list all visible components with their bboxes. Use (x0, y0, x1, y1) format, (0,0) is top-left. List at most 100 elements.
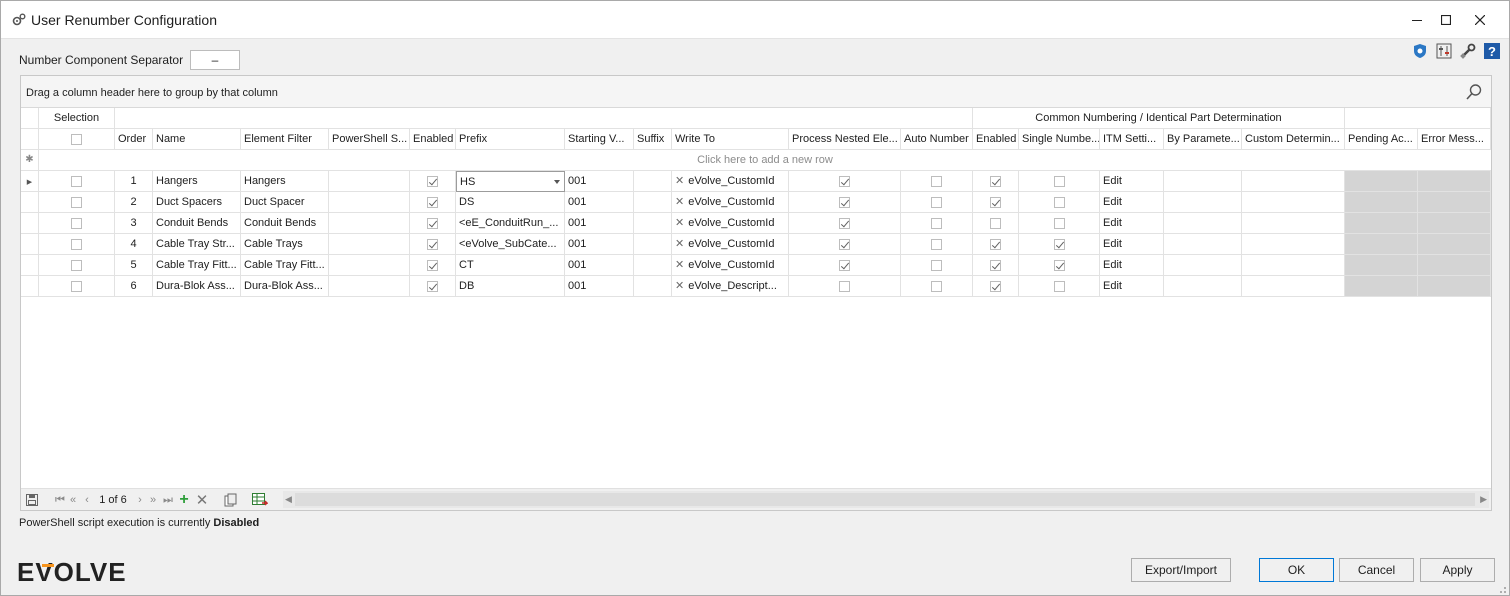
process-nested-checkbox[interactable] (839, 259, 850, 271)
suffix-cell[interactable] (634, 255, 672, 276)
enabled[interactable] (410, 213, 456, 234)
name-cell[interactable]: Duct Spacers (153, 192, 241, 213)
enabled[interactable] (410, 234, 456, 255)
single-number[interactable] (1019, 234, 1100, 255)
element-filter-cell[interactable]: Conduit Bends (241, 213, 329, 234)
column-header-suffix[interactable]: Suffix (634, 129, 672, 150)
custom-determination-cell[interactable] (1242, 192, 1345, 213)
write-to-cell[interactable]: ✕ eVolve_CustomId (672, 255, 789, 276)
order-cell[interactable]: 5 (115, 255, 153, 276)
suffix-cell[interactable] (634, 276, 672, 297)
by-parameter-cell[interactable] (1164, 276, 1242, 297)
auto-number[interactable] (901, 255, 973, 276)
itm-settings-edit-link[interactable]: Edit (1100, 276, 1164, 297)
prefix-cell[interactable]: DB (456, 276, 565, 297)
process-nested-checkbox[interactable] (839, 196, 850, 208)
separator-input[interactable]: – (190, 50, 240, 70)
itm-settings-edit-link[interactable]: Edit (1100, 171, 1164, 192)
suffix-cell[interactable] (634, 213, 672, 234)
auto-number-checkbox[interactable] (931, 238, 942, 250)
clear-icon[interactable]: ✕ (675, 175, 684, 187)
column-header-process-nested[interactable]: Process Nested Ele... (789, 129, 901, 150)
common-enabled[interactable] (973, 255, 1019, 276)
column-header-custom-determination[interactable]: Custom Determin... (1242, 129, 1345, 150)
powershell-script-cell[interactable] (329, 213, 410, 234)
enabled[interactable] (410, 255, 456, 276)
single-number[interactable] (1019, 276, 1100, 297)
custom-determination-cell[interactable] (1242, 213, 1345, 234)
write-to-cell[interactable]: ✕ eVolve_Descript... (672, 276, 789, 297)
element-filter-cell[interactable]: Hangers (241, 171, 329, 192)
write-to-cell[interactable]: ✕ eVolve_CustomId (672, 234, 789, 255)
clear-icon[interactable]: ✕ (675, 280, 684, 292)
row-select-checkbox[interactable] (71, 196, 82, 208)
common-enabled-checkbox[interactable] (990, 175, 1001, 187)
previous-page-icon[interactable]: « (68, 492, 78, 508)
common-enabled[interactable] (973, 234, 1019, 255)
export-grid-icon[interactable] (251, 492, 269, 508)
export-import-button[interactable]: Export/Import (1131, 558, 1231, 582)
column-header-single-number[interactable]: Single Numbe... (1019, 129, 1100, 150)
enabled-checkbox[interactable] (427, 259, 438, 271)
enabled-checkbox[interactable] (427, 280, 438, 292)
column-header-common-enabled[interactable]: Enabled (973, 129, 1019, 150)
column-header-itm-settings[interactable]: ITM Setti... (1100, 129, 1164, 150)
starting-value-cell[interactable]: 001 (565, 192, 634, 213)
next-record-icon[interactable]: › (135, 492, 145, 508)
powershell-script-cell[interactable] (329, 255, 410, 276)
custom-determination-cell[interactable] (1242, 255, 1345, 276)
enabled-checkbox[interactable] (427, 238, 438, 250)
auto-number[interactable] (901, 213, 973, 234)
process-nested[interactable] (789, 255, 901, 276)
column-header-order[interactable]: Order (115, 129, 153, 150)
column-header-write-to[interactable]: Write To (672, 129, 789, 150)
process-nested[interactable] (789, 171, 901, 192)
prefix-cell[interactable]: CT (456, 255, 565, 276)
process-nested-checkbox[interactable] (839, 217, 850, 229)
delete-record-icon[interactable]: ✕ (195, 492, 209, 509)
name-cell[interactable]: Cable Tray Fitt... (153, 255, 241, 276)
write-to-cell[interactable]: ✕ eVolve_CustomId (672, 213, 789, 234)
resize-grip-icon[interactable] (1497, 583, 1507, 593)
name-cell[interactable]: Conduit Bends (153, 213, 241, 234)
prefix-cell[interactable]: <eVolve_SubCate... (456, 234, 565, 255)
enabled[interactable] (410, 276, 456, 297)
common-enabled[interactable] (973, 213, 1019, 234)
element-filter-cell[interactable]: Cable Tray Fitt... (241, 255, 329, 276)
element-filter-cell[interactable]: Cable Trays (241, 234, 329, 255)
element-filter-cell[interactable]: Dura-Blok Ass... (241, 276, 329, 297)
powershell-script-cell[interactable] (329, 234, 410, 255)
single-number-checkbox[interactable] (1053, 259, 1065, 271)
single-number-checkbox[interactable] (1053, 217, 1065, 229)
column-header-enabled[interactable]: Enabled (410, 129, 456, 150)
single-number[interactable] (1019, 192, 1100, 213)
row-select[interactable] (39, 171, 115, 192)
process-nested[interactable] (789, 276, 901, 297)
powershell-script-cell[interactable] (329, 171, 410, 192)
by-parameter-cell[interactable] (1164, 192, 1242, 213)
itm-settings-edit-link[interactable]: Edit (1100, 234, 1164, 255)
prefix-cell[interactable]: <eE_ConduitRun_... (456, 213, 565, 234)
row-select[interactable] (39, 276, 115, 297)
column-header-element-filter[interactable]: Element Filter (241, 129, 329, 150)
process-nested-checkbox[interactable] (839, 175, 850, 187)
auto-number-checkbox[interactable] (931, 280, 942, 292)
auto-number-checkbox[interactable] (931, 259, 942, 271)
single-number-checkbox[interactable] (1053, 175, 1065, 187)
column-header-prefix[interactable]: Prefix (456, 129, 565, 150)
clear-icon[interactable]: ✕ (675, 196, 684, 208)
powershell-script-cell[interactable] (329, 192, 410, 213)
name-cell[interactable]: Cable Tray Str... (153, 234, 241, 255)
process-nested-checkbox[interactable] (839, 238, 850, 250)
row-select-checkbox[interactable] (71, 259, 82, 271)
name-cell[interactable]: Hangers (153, 171, 241, 192)
row-select[interactable] (39, 192, 115, 213)
itm-settings-edit-link[interactable]: Edit (1100, 192, 1164, 213)
enabled-checkbox[interactable] (427, 175, 438, 187)
single-number-checkbox[interactable] (1053, 196, 1065, 208)
element-filter-cell[interactable]: Duct Spacer (241, 192, 329, 213)
column-header-starting-value[interactable]: Starting V... (565, 129, 634, 150)
single-number-checkbox[interactable] (1053, 280, 1065, 292)
single-number-checkbox[interactable] (1053, 238, 1065, 250)
enabled[interactable] (410, 171, 456, 192)
